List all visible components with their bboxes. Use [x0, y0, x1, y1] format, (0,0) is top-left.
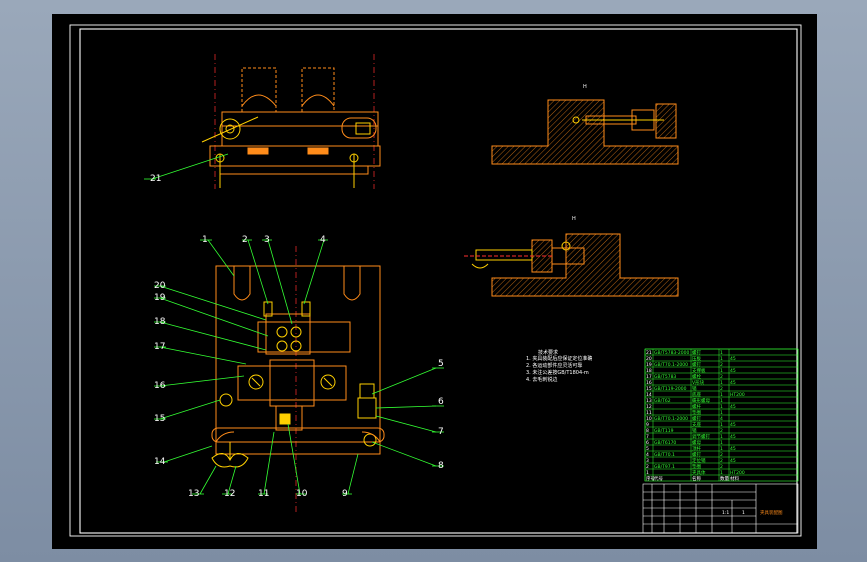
section-label-lower: H — [572, 216, 576, 222]
balloon-15: 15 — [154, 414, 165, 424]
balloon-6: 6 — [438, 397, 444, 407]
balloon-13: 13 — [188, 489, 199, 499]
bom-cell: 代号 — [654, 475, 663, 482]
technical-notes: 技术要求 1. 夹具装配后应保证定位准确 2. 各运动部件应灵活可靠 3. 未注… — [526, 349, 592, 383]
note-2: 2. 各运动部件应灵活可靠 — [526, 362, 582, 369]
title-sheet: 1 — [742, 510, 745, 516]
section-view-lower: H — [464, 216, 679, 297]
balloon-12: 12 — [224, 489, 235, 499]
balloon-4: 4 — [320, 235, 326, 245]
section-view-upper: H — [491, 84, 679, 165]
notes-title: 技术要求 — [538, 349, 558, 356]
cad-viewport[interactable]: H H 1 2 3 4 5 6 7 8 9 10 11 12 13 14 15 … — [52, 14, 817, 549]
balloon-1: 1 — [202, 235, 208, 245]
title-block: 夹具装配图 1:1 1 — [642, 483, 799, 534]
bill-of-materials: 21 GB/T5783-2000 螺钉 120 压板 1 4519 GB/T70.1-2000… — [644, 348, 799, 482]
balloon-20: 20 — [154, 281, 166, 291]
note-4: 4. 去毛刺锐边 — [526, 376, 557, 383]
balloon-10: 10 — [296, 489, 308, 499]
balloon-19: 19 — [154, 293, 166, 303]
drawing-sheet: H H 1 2 3 4 5 6 7 8 9 10 11 12 13 14 15 … — [69, 24, 802, 537]
balloon-17: 17 — [154, 342, 165, 352]
bom-cell: 材料 — [730, 475, 739, 482]
balloon-8: 8 — [438, 461, 444, 471]
balloon-2: 2 — [242, 235, 248, 245]
balloon-3: 3 — [264, 235, 270, 245]
front-view — [211, 246, 385, 514]
balloon-21: 21 — [150, 174, 161, 184]
balloon-9: 9 — [342, 489, 348, 499]
bom-cell: 名称 — [692, 475, 701, 482]
top-view — [201, 54, 381, 189]
title-scale: 1:1 — [722, 510, 729, 516]
title-name: 夹具装配图 — [760, 509, 783, 516]
balloon-14: 14 — [154, 457, 166, 467]
balloon-5: 5 — [438, 359, 444, 369]
balloon-16: 16 — [154, 381, 166, 391]
note-3: 3. 未注公差按GB/T1804-m — [526, 369, 589, 376]
bom-cell: 数量 — [720, 475, 729, 482]
section-label-upper: H — [583, 84, 587, 90]
balloon-11: 11 — [258, 489, 269, 499]
balloon-7: 7 — [438, 427, 444, 437]
note-1: 1. 夹具装配后应保证定位准确 — [526, 355, 592, 362]
leaders — [144, 153, 444, 495]
balloon-18: 18 — [154, 317, 166, 327]
inner-border — [79, 28, 798, 534]
